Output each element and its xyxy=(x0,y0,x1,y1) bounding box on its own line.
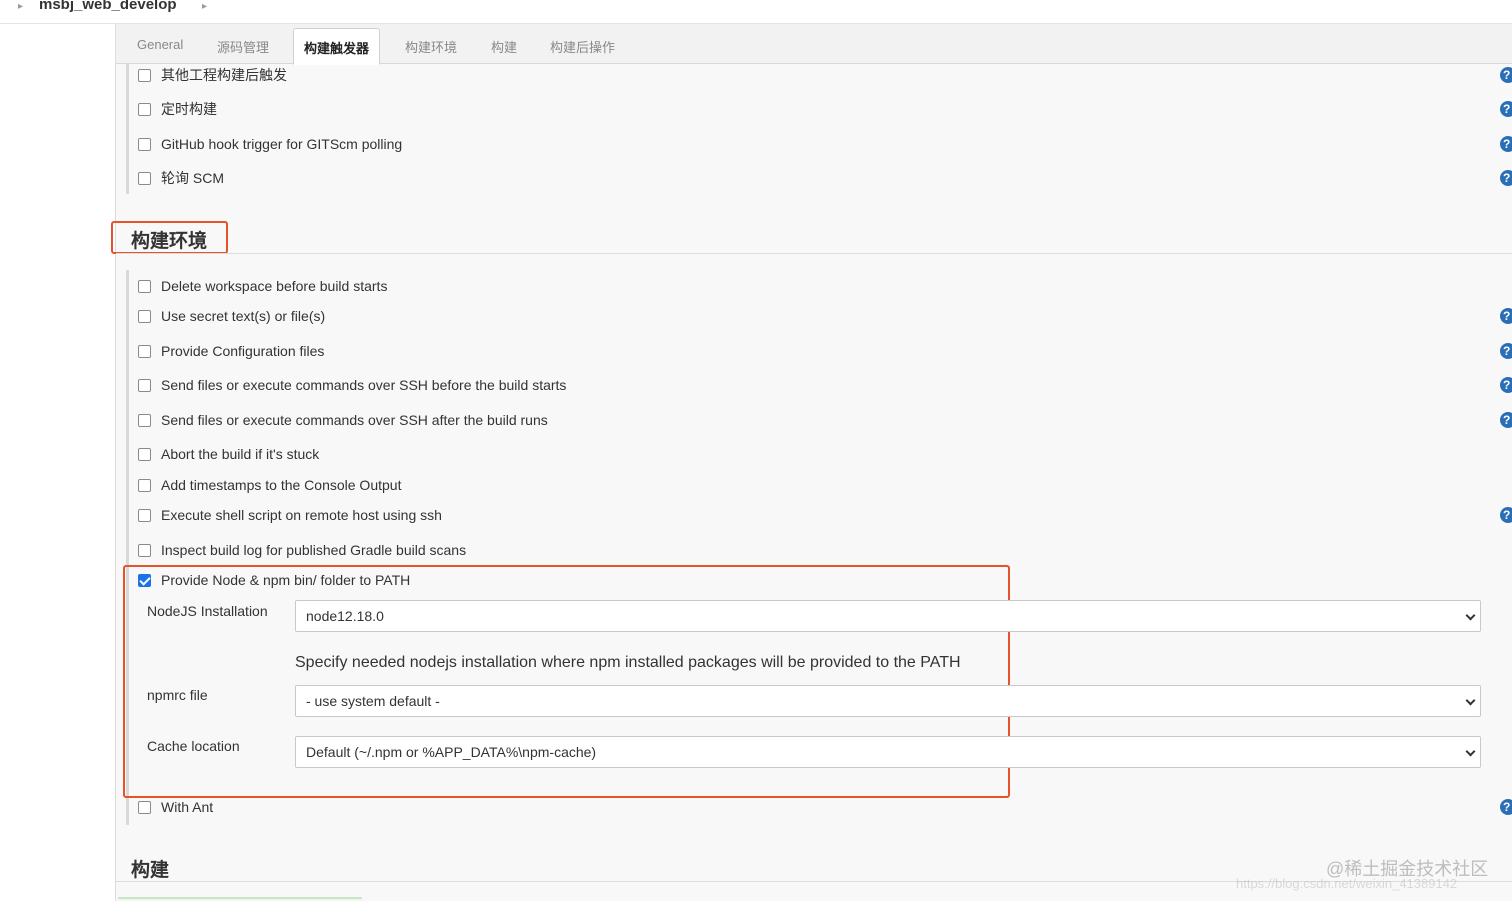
help-icon[interactable]: ? xyxy=(1500,343,1512,359)
env-option-checkbox[interactable] xyxy=(138,378,151,392)
trigger-github-hook-checkbox[interactable] xyxy=(138,137,151,151)
env-option-label: Abort the build if it's stuck xyxy=(161,446,320,462)
section-title-build-env: 构建环境 xyxy=(131,231,208,252)
nodejs-installation-label: NodeJS Installation xyxy=(147,603,268,619)
trigger-github-hook[interactable]: GitHub hook trigger for GITScm polling xyxy=(136,134,402,154)
env-option-checkbox[interactable] xyxy=(138,309,151,323)
help-icon[interactable]: ? xyxy=(1500,101,1512,117)
env-option-label: Use secret text(s) or file(s) xyxy=(161,308,326,324)
help-icon[interactable]: ? xyxy=(1500,799,1512,815)
env-option-label: Provide Node & npm bin/ folder to PATH xyxy=(161,572,411,588)
env-option-ssh-after[interactable]: Send files or execute commands over SSH … xyxy=(136,410,548,430)
env-option-abort-stuck[interactable]: Abort the build if it's stuck xyxy=(136,444,319,464)
cache-location-label: Cache location xyxy=(147,738,240,754)
env-option-checkbox[interactable] xyxy=(138,279,151,293)
section-divider xyxy=(116,253,1512,254)
watermark-csdn: https://blog.csdn.net/weixin_41389142 xyxy=(1236,876,1458,891)
trigger-label: 轮询 SCM xyxy=(161,170,224,186)
chevron-right-icon[interactable]: ▸ xyxy=(202,1,207,12)
help-icon[interactable]: ? xyxy=(1500,170,1512,186)
tab-source-control[interactable]: 源码管理 xyxy=(217,37,269,56)
chevron-down-icon xyxy=(1465,610,1476,621)
npmrc-file-label: npmrc file xyxy=(147,687,208,703)
env-option-label: With Ant xyxy=(161,799,214,815)
tab-post-build[interactable]: 构建后操作 xyxy=(550,37,615,56)
build-step-dropdown-edge[interactable] xyxy=(118,897,362,901)
help-icon[interactable]: ? xyxy=(1500,308,1512,324)
env-option-with-ant[interactable]: With Ant xyxy=(136,797,213,817)
env-option-provide-node[interactable]: Provide Node & npm bin/ folder to PATH xyxy=(136,570,410,590)
help-icon[interactable]: ? xyxy=(1500,507,1512,523)
env-option-label: Add timestamps to the Console Output xyxy=(161,477,402,493)
config-tabs: General 源码管理 构建触发器 构建环境 构建 构建后操作 xyxy=(116,24,1512,65)
trigger-label: 其他工程构建后触发 xyxy=(161,67,287,83)
env-option-checkbox[interactable] xyxy=(138,447,151,461)
help-icon[interactable]: ? xyxy=(1500,67,1512,83)
npmrc-file-select[interactable]: - use system default - xyxy=(295,685,1481,717)
trigger-label: 定时构建 xyxy=(161,101,217,117)
env-option-timestamps[interactable]: Add timestamps to the Console Output xyxy=(136,475,401,495)
env-option-checkbox[interactable] xyxy=(138,478,151,492)
nodejs-installation-hint: Specify needed nodejs installation where… xyxy=(295,654,961,671)
env-option-checkbox[interactable] xyxy=(138,413,151,427)
breadcrumb-project[interactable]: msbj_web_develop xyxy=(39,0,177,13)
tab-build-environment[interactable]: 构建环境 xyxy=(405,37,457,56)
trigger-scheduled[interactable]: 定时构建 xyxy=(136,99,217,119)
env-option-ssh-before[interactable]: Send files or execute commands over SSH … xyxy=(136,375,566,395)
env-option-label: Send files or execute commands over SSH … xyxy=(161,412,548,428)
env-option-label: Send files or execute commands over SSH … xyxy=(161,377,567,393)
section-title-build: 构建 xyxy=(131,860,170,881)
env-option-secret-text[interactable]: Use secret text(s) or file(s) xyxy=(136,306,325,326)
jenkins-config-page: ▸ msbj_web_develop ▸ General 源码管理 构建触发器 … xyxy=(0,0,1512,901)
env-option-label: Delete workspace before build starts xyxy=(161,278,388,294)
trigger-label: GitHub hook trigger for GITScm polling xyxy=(161,136,403,152)
env-option-checkbox[interactable] xyxy=(138,543,151,557)
env-option-remote-shell[interactable]: Execute shell script on remote host usin… xyxy=(136,505,442,525)
env-option-config-files[interactable]: Provide Configuration files xyxy=(136,341,324,361)
env-option-checkbox-checked[interactable] xyxy=(138,573,151,587)
trigger-other-projects[interactable]: 其他工程构建后触发 xyxy=(136,65,287,85)
breadcrumb: ▸ msbj_web_develop ▸ xyxy=(0,0,1512,24)
env-option-checkbox[interactable] xyxy=(138,344,151,358)
help-icon[interactable]: ? xyxy=(1500,136,1512,152)
trigger-poll-scm-checkbox[interactable] xyxy=(138,171,151,185)
tab-general[interactable]: General xyxy=(137,37,183,52)
env-option-label: Provide Configuration files xyxy=(161,343,325,359)
help-icon[interactable]: ? xyxy=(1500,377,1512,393)
cache-location-value: Default (~/.npm or %APP_DATA%\npm-cache) xyxy=(306,744,597,760)
chevron-right-icon[interactable]: ▸ xyxy=(18,1,23,12)
tab-build[interactable]: 构建 xyxy=(491,37,517,56)
npmrc-file-value: - use system default - xyxy=(306,693,440,709)
cache-location-select[interactable]: Default (~/.npm or %APP_DATA%\npm-cache) xyxy=(295,736,1481,768)
trigger-scheduled-checkbox[interactable] xyxy=(138,102,151,116)
trigger-poll-scm[interactable]: 轮询 SCM xyxy=(136,168,224,188)
env-option-delete-workspace[interactable]: Delete workspace before build starts xyxy=(136,276,387,296)
section-indent-bar xyxy=(126,64,129,194)
env-option-checkbox[interactable] xyxy=(138,800,151,814)
help-icon[interactable]: ? xyxy=(1500,412,1512,428)
env-option-label: Execute shell script on remote host usin… xyxy=(161,507,442,523)
env-option-gradle-scans[interactable]: Inspect build log for published Gradle b… xyxy=(136,540,466,560)
env-option-label: Inspect build log for published Gradle b… xyxy=(161,542,467,558)
chevron-down-icon xyxy=(1465,695,1476,706)
side-panel xyxy=(0,24,116,901)
env-option-checkbox[interactable] xyxy=(138,508,151,522)
trigger-other-projects-checkbox[interactable] xyxy=(138,68,151,82)
tab-build-triggers[interactable]: 构建触发器 xyxy=(293,28,381,65)
nodejs-installation-select[interactable]: node12.18.0 xyxy=(295,600,1481,632)
nodejs-installation-value: node12.18.0 xyxy=(306,608,384,624)
chevron-down-icon xyxy=(1465,746,1476,757)
